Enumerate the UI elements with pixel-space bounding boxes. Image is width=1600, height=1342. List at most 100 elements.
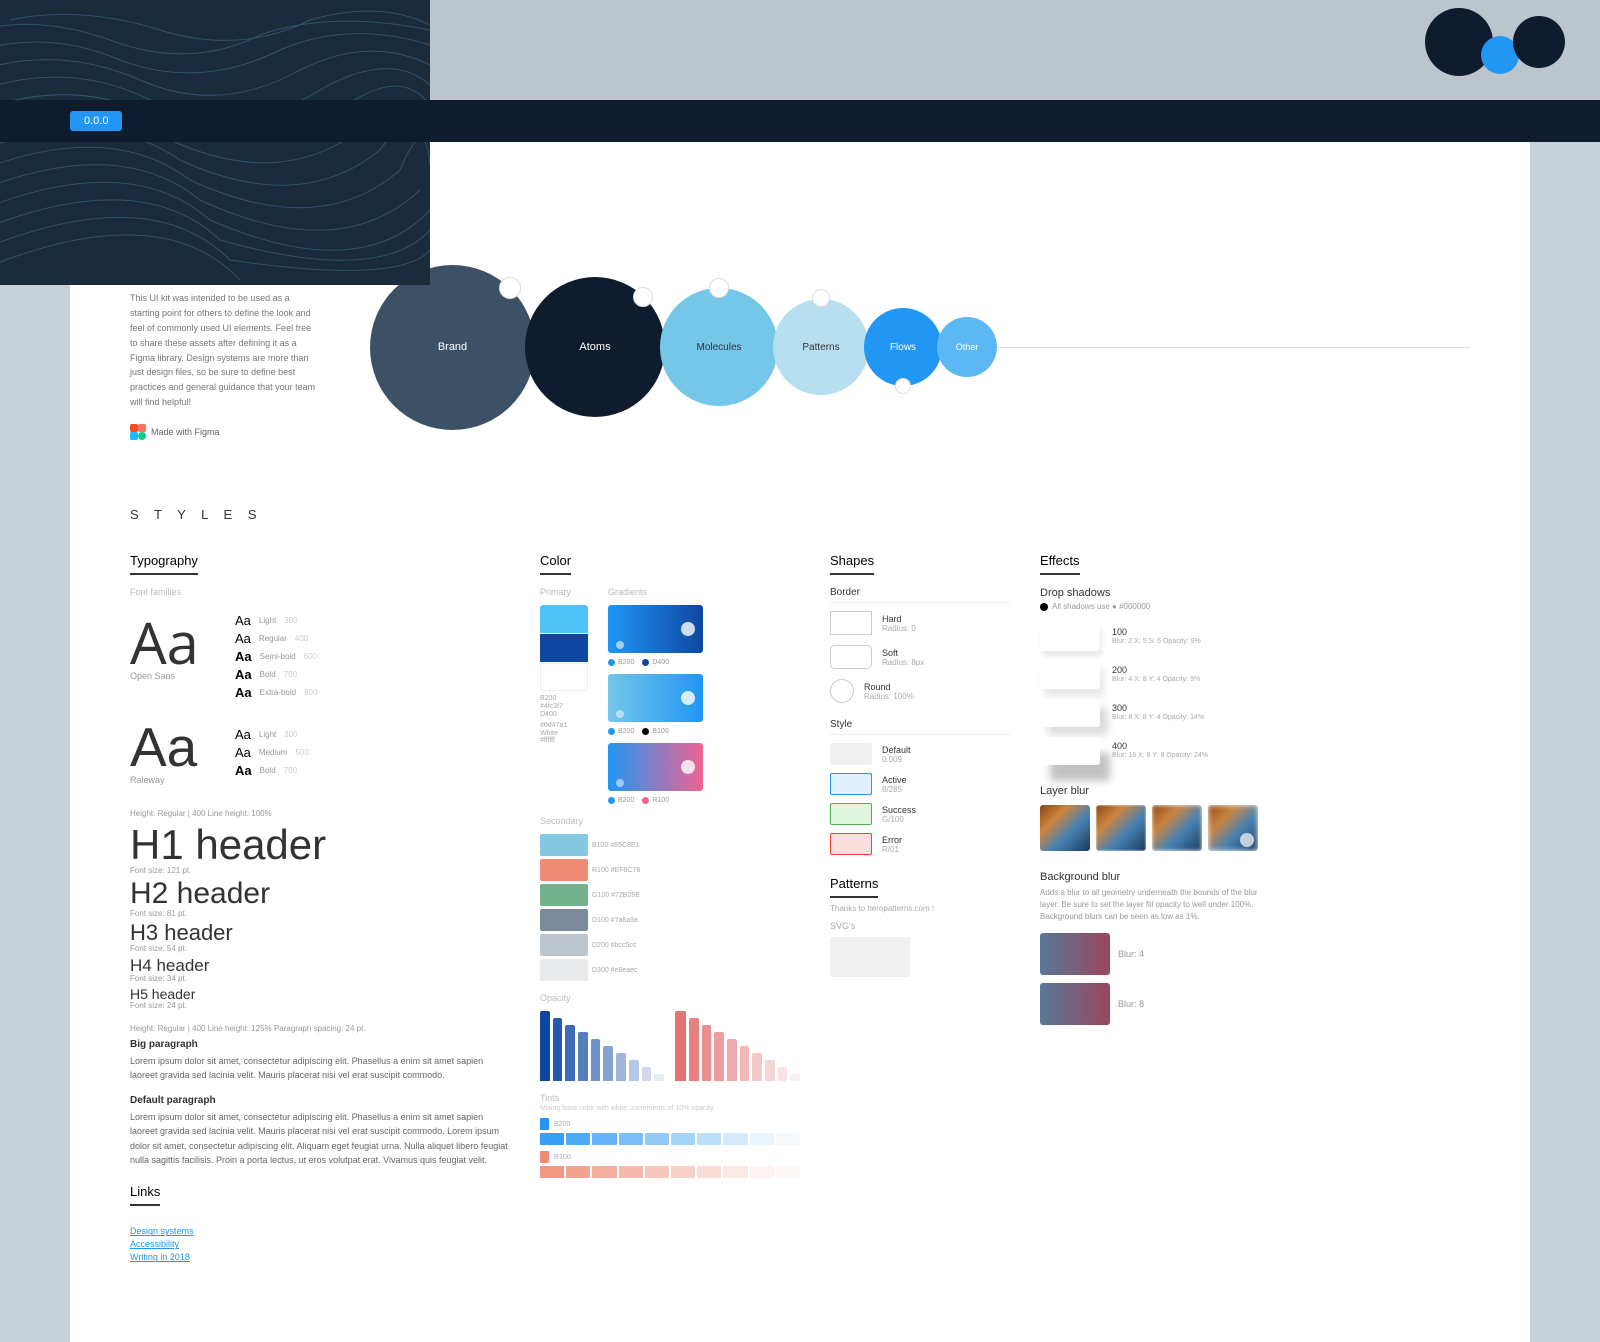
primary-and-gradients: Primary B200 #4fc3f7 D400 #0d47a1 White … [540, 587, 800, 804]
main-content: O V E R V I E W Hierarchy This UI kit wa… [70, 142, 1530, 1342]
blur-img-2 [1152, 805, 1202, 851]
style-active: Active 8/285 [830, 773, 1010, 795]
bg-blur-8-row: Blur: 8 [1040, 983, 1260, 1025]
link-writing[interactable]: Writing in 2018 [130, 1252, 510, 1262]
headers-meta: Height: Regular | 400 Line height: 100% [130, 809, 510, 818]
weight-light: Aa Light 300 [235, 613, 510, 628]
link-accessibility[interactable]: Accessibility [130, 1239, 510, 1249]
links-list: Design systems Accessibility Writing in … [130, 1226, 510, 1262]
bg-blur-4-label: Blur: 4 [1118, 949, 1144, 959]
shadow-100: 100 Blur: 2 X: 5 S: 5 Opacity: 9% [1040, 623, 1260, 651]
svgs-label: SVG's [830, 921, 1010, 931]
style-default: Default 0.009 [830, 743, 1010, 765]
top-circle-dark-sm [1513, 16, 1565, 68]
shapes-col: Shapes Border Hard Radius: 0 [830, 552, 1010, 1262]
open-sans-big-aa: Aa [130, 613, 220, 671]
shapes-title: Shapes [830, 553, 874, 575]
primary-label: Primary [540, 587, 588, 597]
patterns-meta: Thanks to heropatterns.com ! [830, 904, 1010, 913]
gradient-3 [608, 743, 703, 791]
circle-flows: Flows [864, 308, 942, 386]
circle-atoms-dot [633, 287, 653, 307]
circle-other: Other [937, 317, 997, 377]
font-families-label: Font families [130, 587, 510, 597]
bg-blur-8-label: Blur: 8 [1118, 999, 1144, 1009]
open-sans-name: Open Sans [130, 671, 220, 681]
link-design-systems[interactable]: Design systems [130, 1226, 510, 1236]
blur-img-1 [1096, 805, 1146, 851]
opacity-bars [540, 1011, 800, 1081]
topo-lines-svg [0, 0, 430, 285]
secondary-swatches: B100 #85C8E1 R100 #EF8C76 G100 #72B28E [540, 834, 800, 981]
styles-section: S T Y L E S Typography Font families Aa … [130, 507, 1470, 1262]
style-success: Success G/100 [830, 803, 1010, 825]
tints-sublabel: Mixing base color with white. Increments… [540, 1105, 800, 1112]
styles-title: S T Y L E S [130, 507, 1470, 522]
weight-extrabold: Aa Extra-bold 800 [235, 685, 510, 700]
bg-blur-8-preview [1040, 983, 1110, 1025]
gradients-block: Gradients B200 [608, 587, 703, 804]
circle-patterns: Patterns [773, 299, 869, 395]
border-round: Round Radius: 100% [830, 679, 1010, 703]
made-with-figma: Made with Figma [130, 424, 320, 440]
body-content: Lorem ipsum dolor sit amet, consectetur … [130, 1054, 510, 1083]
circle-molecules: Molecules [660, 288, 778, 406]
bg-blur-4-row: Blur: 4 [1040, 933, 1260, 975]
raleway-weights: Aa Light 300 Aa Medium 500 Aa [235, 720, 510, 785]
secondary-label: Secondary [540, 816, 800, 826]
shadow-400: 400 Blur: 16 X: 8 Y: 8 Opacity: 24% [1040, 737, 1260, 765]
links-title: Links [130, 1184, 160, 1206]
border-soft: Soft Radius: 8px [830, 645, 1010, 669]
font-demo: Aa Open Sans Aa Light 300 Aa Regula [130, 613, 510, 700]
top-circle-dark-lg [1425, 8, 1493, 76]
hierarchy-description: This UI kit was intended to be used as a… [130, 291, 320, 410]
styles-grid: Typography Font families Aa Open Sans Aa… [130, 552, 1470, 1262]
gradients-label: Gradients [608, 587, 703, 597]
made-with-text: Made with Figma [151, 427, 220, 437]
bg-blur-desc: Adds a blur to all geometry underneath t… [1040, 887, 1260, 923]
h1-display: H1 header [130, 824, 510, 866]
h5-display: H5 header [130, 987, 510, 1001]
weight-semibold: Aa Semi-bold 600 [235, 649, 510, 664]
primary-colors-block: Primary B200 #4fc3f7 D400 #0d47a1 White … [540, 587, 588, 804]
version-badge[interactable]: 0.0.0 [70, 111, 122, 131]
blur-images-row [1040, 805, 1260, 851]
typography-col: Typography Font families Aa Open Sans Aa… [130, 552, 510, 1262]
raleway-big-aa: Aa [130, 720, 220, 775]
circle-atoms: Atoms [525, 277, 665, 417]
navbar: 0.0.0 [0, 100, 1600, 142]
swatch-white [540, 663, 588, 691]
bg-blur-4-preview [1040, 933, 1110, 975]
border-hard: Hard Radius: 0 [830, 611, 1010, 635]
tint-bars: B200 [540, 1118, 800, 1178]
bg-blur-title: Background blur [1040, 871, 1260, 883]
circles-diagram: Brand Atoms Molecules Patt [370, 247, 1470, 447]
drop-shadows-title: Drop shadows [1040, 587, 1260, 599]
swatch-d400 [540, 634, 588, 662]
effects-col: Effects Drop shadows All shadows use ● #… [1040, 552, 1260, 1262]
default-paragraph-text: Lorem ipsum dolor sit amet, consectetur … [130, 1110, 510, 1168]
typography-title: Typography [130, 553, 198, 575]
gradient-2 [608, 674, 703, 722]
weight-regular: Aa Regular 400 [235, 631, 510, 646]
h4-meta: Font size: 34 pt. [130, 974, 510, 983]
style-heading: Style [830, 719, 1010, 735]
figma-icon [130, 424, 146, 440]
patterns-title: Patterns [830, 876, 878, 898]
open-sans-demo: Aa Open Sans [130, 613, 220, 700]
body-meta: Height: Regular | 400 Line height: 125% … [130, 1024, 510, 1033]
gradient-1 [608, 605, 703, 653]
color-col: Color Primary B200 #4fc3f7 D400 #0d47a1 [540, 552, 800, 1262]
open-sans-weights: Aa Light 300 Aa Regular 400 Aa [235, 613, 510, 700]
h5-meta: Font size: 24 pt. [130, 1001, 510, 1010]
h3-display: H3 header [130, 922, 510, 944]
h2-meta: Font size: 81 pt. [130, 909, 510, 918]
blur-img-0 [1040, 805, 1090, 851]
effects-title: Effects [1040, 553, 1080, 575]
weight-bold: Aa Bold 700 [235, 667, 510, 682]
opacity-label: Opacity [540, 993, 800, 1003]
style-error: Error R/01 [830, 833, 1010, 855]
top-right-decoration [1425, 8, 1565, 76]
shadow-300: 300 Blur: 8 X: 8 Y: 4 Opacity: 14% [1040, 699, 1260, 727]
circle-patterns-dot [812, 289, 830, 307]
